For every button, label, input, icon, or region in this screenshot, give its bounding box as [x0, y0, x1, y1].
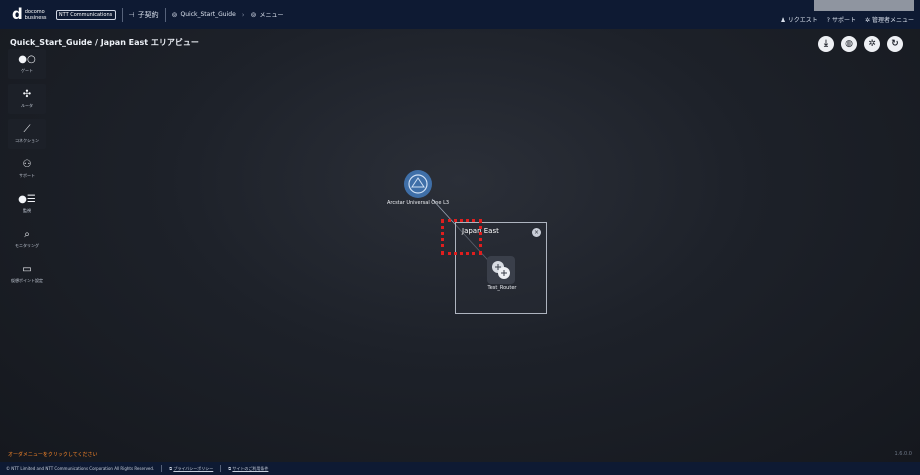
chevron-right-icon: ›	[241, 10, 245, 19]
highlight-marker	[441, 219, 482, 255]
router-node[interactable]	[487, 256, 515, 284]
footer: © NTT Limited and NTT Communications Cor…	[0, 462, 920, 475]
divider	[161, 465, 163, 472]
menu-icon: ⊚	[250, 10, 257, 19]
version-label: 1.6.0.0	[894, 451, 913, 457]
account-strip	[814, 0, 914, 11]
copyright-text: © NTT Limited and NTT Communications Cor…	[6, 466, 155, 471]
hierarchy-icon: ⊣	[128, 10, 135, 19]
breadcrumb-project[interactable]: Quick_Start_Guide	[181, 11, 236, 18]
breadcrumb-menu[interactable]: メニュー	[259, 10, 283, 19]
docomo-business-logo[interactable]: d docomo business	[0, 0, 47, 29]
request-label: リクエスト	[787, 17, 818, 24]
support-link[interactable]: ? サポート	[827, 15, 856, 24]
divider	[121, 7, 123, 22]
privacy-policy-link[interactable]: プライバシーポリシー	[173, 466, 213, 472]
router-icon	[492, 261, 510, 279]
project-icon: ⊚	[171, 10, 178, 19]
router-label: Test_Router	[487, 285, 517, 291]
breadcrumb: ⊣ 子契約	[129, 10, 159, 20]
ntt-logo-text: NTT Communications	[58, 11, 113, 18]
network-diagram: Arcstar Universal One L3 Japan East × Te…	[0, 29, 920, 462]
terms-link[interactable]: サイトのご利用条件	[232, 466, 268, 472]
close-icon[interactable]: ×	[532, 228, 541, 237]
logo-line-2: business	[24, 14, 47, 21]
ntt-logo: NTT Communications	[55, 9, 116, 20]
divider	[220, 465, 222, 472]
breadcrumb-contract[interactable]: 子契約	[138, 10, 159, 20]
breadcrumb-project-group: ⊚ Quick_Start_Guide › ⊚ メニュー	[171, 10, 284, 20]
divider	[164, 7, 166, 22]
admin-menu-label: 管理者メニュー	[871, 17, 914, 24]
order-hint: オーダメニューをクリックしてください	[8, 452, 98, 458]
help-icon: ?	[826, 17, 830, 24]
header-links: ♟ リクエスト ? サポート ✲ 管理者メニュー	[780, 15, 914, 24]
request-link[interactable]: ♟ リクエスト	[780, 15, 817, 24]
area-view-canvas[interactable]: Quick_Start_Guide / Japan East エリアビュー ⤓ …	[0, 29, 920, 462]
cloud-node-label: Arcstar Universal One L3	[386, 200, 450, 206]
support-label: サポート	[831, 17, 856, 24]
admin-menu-link[interactable]: ✲ 管理者メニュー	[865, 15, 914, 24]
logo-mark: d	[12, 5, 23, 23]
gear-icon: ✲	[864, 17, 870, 24]
cloud-node[interactable]	[404, 170, 432, 198]
top-bar: d docomo business NTT Communications ⊣ 子…	[0, 0, 920, 29]
person-icon: ♟	[780, 17, 786, 24]
arcstar-icon	[408, 174, 428, 194]
